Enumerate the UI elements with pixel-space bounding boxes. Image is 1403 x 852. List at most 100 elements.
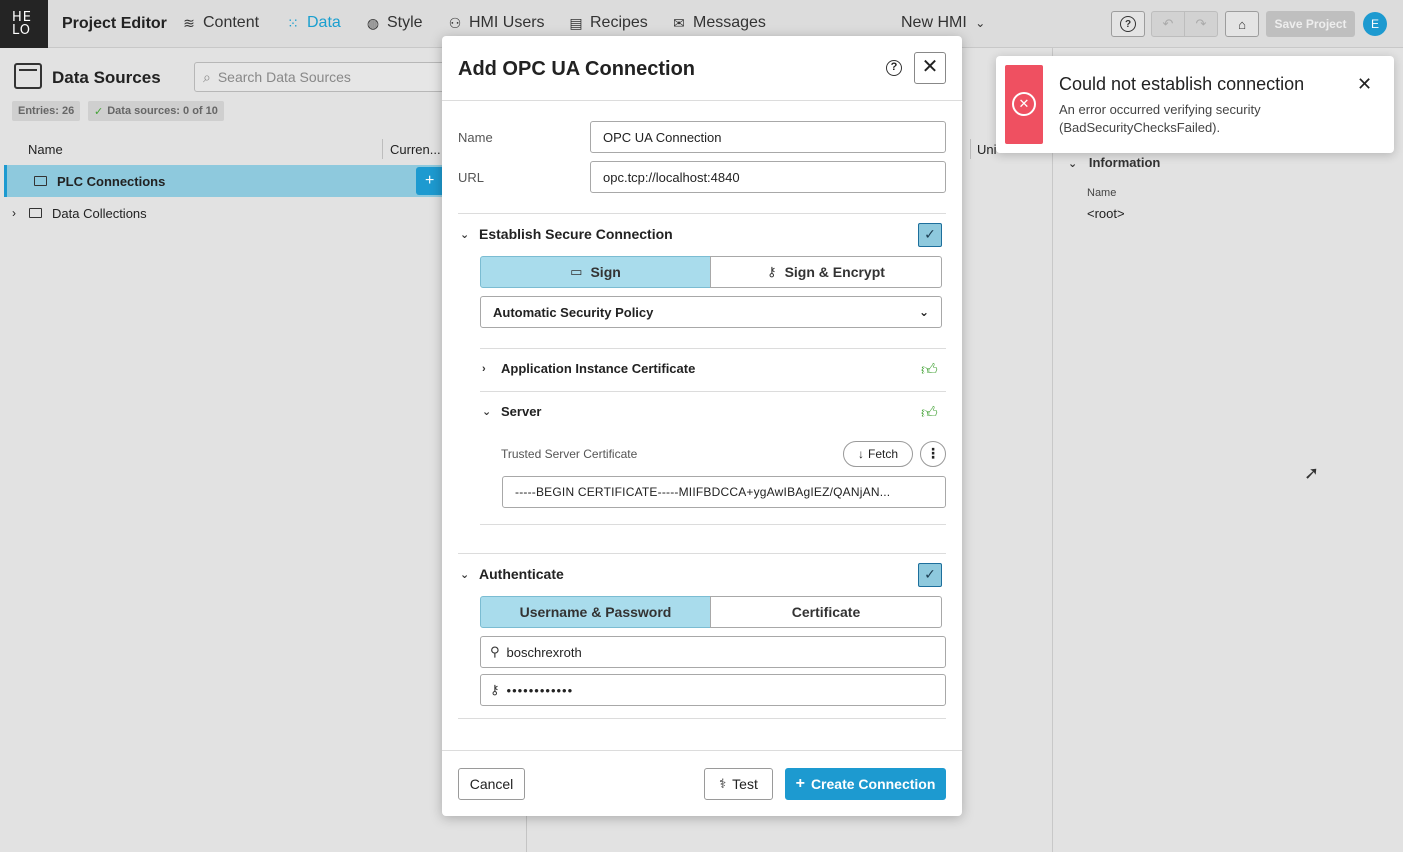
folder-icon <box>29 208 42 218</box>
toast-title: Could not establish connection <box>1059 74 1305 94</box>
search-icon: ⌕ <box>203 68 211 85</box>
kebab-icon: ⋮ <box>926 445 940 461</box>
fetch-button[interactable]: ↓ Fetch <box>843 441 913 467</box>
check-icon: ✓ <box>94 105 104 118</box>
add-connection-dialog: Add OPC UA Connection ? ✕ Name OPC UA Co… <box>442 36 962 816</box>
app-title: Project Editor <box>62 15 167 32</box>
key-icon: ⚷ <box>767 264 777 279</box>
divider <box>480 348 946 349</box>
chevron-down-icon: ⌄ <box>918 305 929 319</box>
error-toast: ✕ Could not establish connection An erro… <box>996 56 1394 153</box>
secure-connection-section[interactable]: ⌄ Establish Secure Connection <box>460 226 673 242</box>
more-options-button[interactable]: ⋮ <box>920 441 946 467</box>
undo-button[interactable]: ↶ <box>1151 11 1185 37</box>
chevron-right-icon: › <box>12 206 16 220</box>
toast-message: An error occurred verifying security (Ba… <box>1059 102 1261 135</box>
security-policy-select[interactable]: Automatic Security Policy ⌄ <box>480 296 942 328</box>
close-icon: ✕ <box>1357 74 1373 94</box>
page-title: Data Sources <box>52 68 161 87</box>
avatar[interactable]: E <box>1363 12 1387 36</box>
sources-badge: ✓ Data sources: 0 of 10 <box>88 101 224 121</box>
data-icon: ⁙ <box>287 14 299 31</box>
palette-icon: ◍ <box>366 14 380 31</box>
column-header-current[interactable]: Curren... <box>390 142 441 157</box>
cancel-button[interactable]: Cancel <box>458 768 525 800</box>
tab-content[interactable]: ≋ Content <box>181 14 259 32</box>
plus-icon: + <box>795 775 805 792</box>
tab-messages[interactable]: ✉ Messages <box>671 14 766 32</box>
app-cert-section[interactable]: › Application Instance Certificate <box>482 361 695 376</box>
divider <box>442 750 962 751</box>
authenticate-checkbox[interactable]: ✓ <box>918 563 942 587</box>
info-field-label: Name <box>1087 187 1117 199</box>
password-field[interactable]: ⚷ •••••••••••• <box>480 674 946 706</box>
server-section[interactable]: ⌄ Server <box>482 404 541 419</box>
server-certificate-field[interactable]: -----BEGIN CERTIFICATE-----MIIFBDCCA+ygA… <box>502 476 946 508</box>
divider <box>442 100 962 101</box>
create-connection-button[interactable]: + Create Connection <box>785 768 946 800</box>
secure-connection-checkbox[interactable]: ✓ <box>918 223 942 247</box>
information-section[interactable]: ⌄ Information <box>1068 155 1160 170</box>
check-icon: ✓ <box>924 226 936 242</box>
chevron-down-icon: ⌄ <box>482 406 492 418</box>
user-icon: ⚲ <box>490 644 500 659</box>
help-icon: ? <box>1120 16 1136 32</box>
stethoscope-icon: ⚕ <box>719 776 727 791</box>
help-button[interactable]: ? <box>1111 11 1145 37</box>
auth-userpass-button[interactable]: Username & Password <box>480 596 711 628</box>
username-field[interactable]: ⚲ boschrexroth <box>480 636 946 668</box>
name-field[interactable]: OPC UA Connection <box>590 121 946 153</box>
preview-icon: ⌂ <box>1238 16 1246 32</box>
auth-certificate-button[interactable]: Certificate <box>710 596 942 628</box>
check-icon: ✓ <box>924 566 936 582</box>
users-icon: ⚇ <box>448 14 462 31</box>
column-header-name[interactable]: Name <box>28 142 63 157</box>
test-button[interactable]: ⚕ Test <box>704 768 773 800</box>
divider <box>480 524 946 525</box>
chevron-down-icon: ⌄ <box>460 228 470 241</box>
url-label: URL <box>458 170 485 185</box>
folder-icon <box>34 176 47 186</box>
hmi-selector[interactable]: New HMI ⌄ <box>901 14 985 32</box>
thumbs-up-icon: 👍︎ <box>921 362 938 379</box>
divider <box>458 213 946 214</box>
tab-style[interactable]: ◍ Style <box>365 14 423 32</box>
close-icon: ✕ <box>921 56 939 78</box>
entries-badge: Entries: 26 <box>12 101 81 121</box>
save-project-button[interactable]: Save Project <box>1266 11 1355 37</box>
info-field-value: <root> <box>1087 206 1125 221</box>
error-icon: ✕ <box>1012 92 1036 116</box>
tab-data[interactable]: ⁙ Data <box>285 14 341 32</box>
mail-icon: ✉ <box>673 14 685 31</box>
mode-sign-button[interactable]: ▭ Sign <box>480 256 711 288</box>
help-icon[interactable]: ? <box>886 60 902 76</box>
dialog-title: Add OPC UA Connection <box>458 58 696 80</box>
preview-button[interactable]: ⌂ <box>1225 11 1259 37</box>
search-input[interactable]: ⌕ Search Data Sources <box>194 62 454 92</box>
app-logo[interactable]: HE LO <box>0 0 48 48</box>
name-label: Name <box>458 130 493 145</box>
divider <box>458 718 946 719</box>
tree-item-plc-connections[interactable]: PLC Connections <box>4 165 444 197</box>
tab-hmi-users[interactable]: ⚇ HMI Users <box>447 14 545 32</box>
chevron-down-icon: ⌄ <box>1068 158 1078 170</box>
authenticate-section[interactable]: ⌄ Authenticate <box>460 566 564 582</box>
tab-recipes[interactable]: ▤ Recipes <box>568 14 647 32</box>
recipe-icon: ▤ <box>569 14 583 31</box>
layers-icon: ≋ <box>183 14 195 31</box>
error-indicator: ✕ <box>1005 65 1043 144</box>
toast-close-button[interactable]: ✕ <box>1357 74 1372 95</box>
redo-button[interactable]: ↷ <box>1184 11 1218 37</box>
trusted-cert-label: Trusted Server Certificate <box>501 447 638 461</box>
mode-sign-encrypt-button[interactable]: ⚷ Sign & Encrypt <box>710 256 942 288</box>
column-separator[interactable] <box>382 139 383 159</box>
divider <box>458 553 946 554</box>
tree-item-data-collections[interactable]: › Data Collections <box>4 197 444 229</box>
close-button[interactable]: ✕ <box>914 52 946 84</box>
arrow-down-icon: ↓ <box>857 447 864 461</box>
column-separator[interactable] <box>970 139 971 159</box>
chevron-down-icon: ⌄ <box>975 16 986 30</box>
column-header-unit[interactable]: Uni <box>977 142 997 157</box>
divider <box>480 391 946 392</box>
url-field[interactable]: opc.tcp://localhost:4840 <box>590 161 946 193</box>
